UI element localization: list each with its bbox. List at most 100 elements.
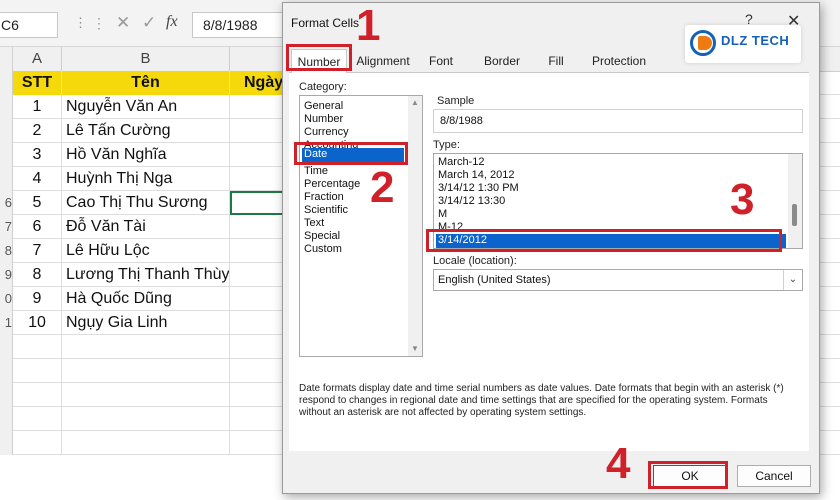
tab-protection[interactable]: Protection (583, 49, 655, 73)
row-header[interactable]: 7 (0, 215, 13, 239)
cell-ngay[interactable] (230, 263, 290, 287)
column-header-a[interactable]: A (13, 47, 62, 71)
cell-ten[interactable]: Nguyễn Văn An (62, 95, 230, 119)
row-header[interactable]: 6 (0, 191, 13, 215)
cell-ngay[interactable] (230, 311, 290, 335)
cell-ten[interactable]: Đỗ Văn Tài (62, 215, 230, 239)
row-header[interactable] (0, 95, 13, 119)
cell-stt[interactable]: 4 (13, 167, 62, 191)
cell-ten[interactable]: Hà Quốc Dũng (62, 287, 230, 311)
cell-ngay[interactable] (230, 143, 290, 167)
row-header[interactable] (0, 167, 13, 191)
cell-ten[interactable]: Huỳnh Thị Nga (62, 167, 230, 191)
category-item[interactable]: Special (304, 230, 340, 243)
row-header[interactable] (0, 335, 13, 359)
cell-ten[interactable]: Lương Thị Thanh Thùy (62, 263, 230, 287)
category-item[interactable]: Number (304, 113, 343, 126)
cell-ngay[interactable] (230, 287, 290, 311)
cell-ngay[interactable] (230, 95, 290, 119)
row-header[interactable] (0, 383, 13, 407)
row-header[interactable] (0, 119, 13, 143)
confirm-entry-icon[interactable]: ✓ (142, 13, 156, 33)
cell-ten[interactable] (62, 383, 230, 407)
row-header[interactable] (0, 71, 13, 95)
cell-stt[interactable]: 8 (13, 263, 62, 287)
column-header-b[interactable]: B (62, 47, 230, 71)
cell-ten[interactable] (62, 335, 230, 359)
formula-input[interactable]: 8/8/1988 (192, 12, 292, 38)
name-box-dropdown-icon[interactable]: ⋮ (74, 15, 87, 31)
row-header[interactable] (0, 431, 13, 455)
cell-ten[interactable] (62, 359, 230, 383)
category-scrollbar[interactable]: ▲ ▼ (408, 96, 422, 356)
cell-ten[interactable]: Ngụy Gia Linh (62, 311, 230, 335)
category-item[interactable]: Time (304, 165, 328, 178)
tab-font[interactable]: Font (423, 49, 459, 73)
row-header[interactable]: 1 (0, 311, 13, 335)
cell-ngay[interactable] (230, 335, 290, 359)
cell-ngay[interactable] (230, 431, 290, 455)
category-item[interactable]: Text (304, 217, 324, 230)
type-item[interactable]: 3/14/12 1:30 PM (438, 182, 519, 195)
type-item[interactable]: M (438, 208, 447, 221)
cell-stt[interactable]: 9 (13, 287, 62, 311)
cell-stt[interactable]: 2 (13, 119, 62, 143)
category-item[interactable]: Currency (304, 126, 349, 139)
type-item[interactable]: March-12 (438, 156, 484, 169)
cell-ten[interactable]: Cao Thị Thu Sương (62, 191, 230, 215)
cell-ngay[interactable] (230, 167, 290, 191)
cell-ngay[interactable] (230, 383, 290, 407)
header-ten[interactable]: Tên (62, 71, 230, 95)
cell-stt[interactable] (13, 335, 62, 359)
cell-ngay[interactable] (230, 407, 290, 431)
cell-stt[interactable] (13, 407, 62, 431)
header-stt[interactable]: STT (13, 71, 62, 95)
category-listbox[interactable]: General Number Currency Accounting Date Time P… (299, 95, 423, 357)
cell-ngay[interactable] (230, 359, 290, 383)
tab-fill[interactable]: Fill (541, 49, 571, 73)
cell-stt[interactable] (13, 431, 62, 455)
chevron-down-icon[interactable]: ⌄ (783, 270, 802, 290)
scroll-down-icon[interactable]: ▼ (411, 344, 419, 353)
category-item[interactable]: Percentage (304, 178, 360, 191)
type-scrollbar[interactable] (788, 154, 802, 248)
name-box[interactable]: C6 (0, 12, 58, 38)
category-item[interactable]: Custom (304, 243, 342, 256)
type-scroll-thumb[interactable] (792, 204, 797, 226)
cell-stt[interactable]: 1 (13, 95, 62, 119)
column-header-c[interactable] (230, 47, 290, 71)
cell-ten[interactable] (62, 407, 230, 431)
cancel-button[interactable]: Cancel (737, 465, 811, 487)
cell-stt[interactable]: 5 (13, 191, 62, 215)
tab-alignment[interactable]: Alignment (351, 49, 415, 73)
header-ngay[interactable]: Ngày (230, 71, 290, 95)
select-all-corner[interactable] (0, 47, 13, 71)
cell-stt[interactable]: 10 (13, 311, 62, 335)
row-header[interactable]: 0 (0, 287, 13, 311)
cell-ngay[interactable] (230, 239, 290, 263)
row-header[interactable]: 8 (0, 239, 13, 263)
cell-ngay[interactable] (230, 215, 290, 239)
insert-function-icon[interactable]: fx (166, 13, 178, 31)
type-item[interactable]: March 14, 2012 (438, 169, 514, 182)
cell-ten[interactable]: Lê Tấn Cường (62, 119, 230, 143)
scroll-up-icon[interactable]: ▲ (411, 98, 419, 107)
category-item[interactable]: Scientific (304, 204, 348, 217)
tab-border[interactable]: Border (477, 49, 527, 73)
cell-stt[interactable] (13, 359, 62, 383)
row-header[interactable] (0, 407, 13, 431)
cell-stt[interactable]: 7 (13, 239, 62, 263)
locale-select[interactable]: English (United States) ⌄ (433, 269, 803, 291)
cell-stt[interactable] (13, 383, 62, 407)
category-item[interactable]: General (304, 100, 343, 113)
row-header[interactable] (0, 359, 13, 383)
cell-ngay[interactable] (230, 119, 290, 143)
row-header[interactable]: 9 (0, 263, 13, 287)
type-item[interactable]: 3/14/12 13:30 (438, 195, 505, 208)
cancel-entry-icon[interactable]: ✕ (116, 13, 130, 33)
cell-stt[interactable]: 6 (13, 215, 62, 239)
cell-ten[interactable] (62, 431, 230, 455)
category-item[interactable]: Fraction (304, 191, 344, 204)
row-header[interactable] (0, 143, 13, 167)
cell-ten[interactable]: Lê Hữu Lộc (62, 239, 230, 263)
